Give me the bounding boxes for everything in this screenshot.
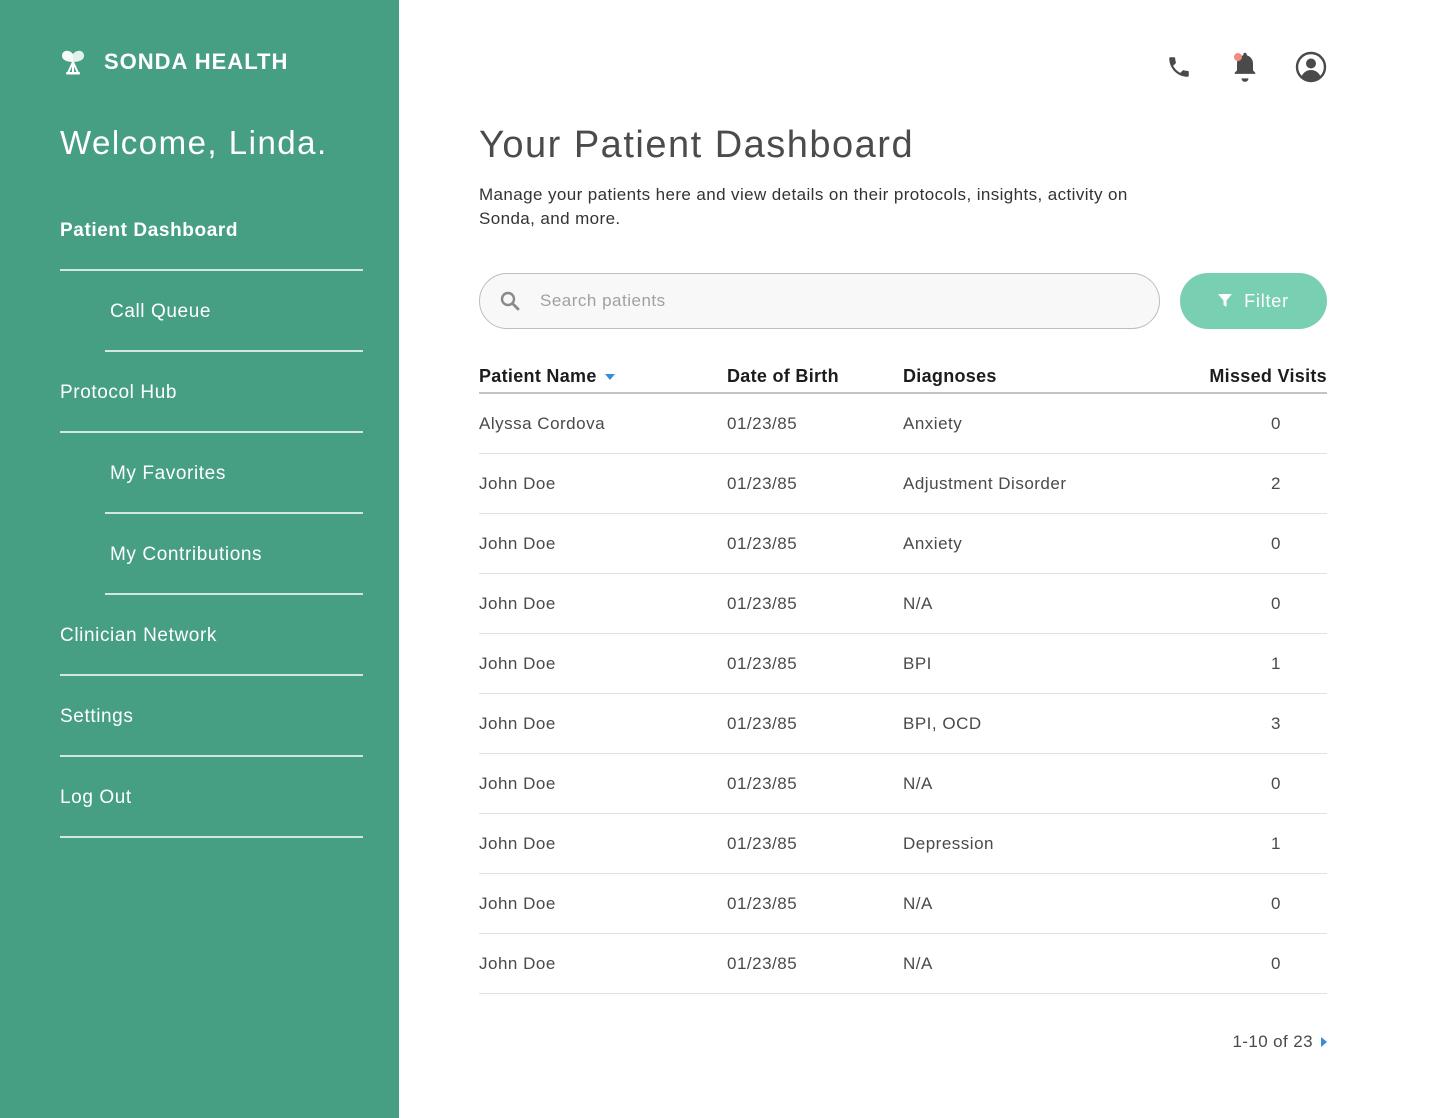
column-header-date-of-birth[interactable]: Date of Birth xyxy=(727,366,839,387)
sidebar-item-patient-dashboard[interactable]: Patient Dashboard xyxy=(0,190,399,271)
sidebar-item-clinician-network[interactable]: Clinician Network xyxy=(0,595,399,676)
patient-name-cell: John Doe xyxy=(479,774,556,793)
brand-name: SONDA HEALTH xyxy=(104,49,289,74)
pagination-label: 1-10 of 23 xyxy=(1232,1032,1313,1051)
sidebar-item-label: Settings xyxy=(60,706,134,727)
page-description: Manage your patients here and view detai… xyxy=(479,185,1128,228)
search-icon xyxy=(500,291,520,311)
sidebar-item-call-queue[interactable]: Call Queue xyxy=(0,271,399,352)
diagnoses-cell: Anxiety xyxy=(903,534,963,553)
sidebar-item-label: Log Out xyxy=(60,787,132,808)
missed-visits-cell: 0 xyxy=(1271,894,1281,913)
table-row[interactable]: Alyssa Cordova 01/23/85 Anxiety 0 xyxy=(479,394,1327,454)
patient-name-cell: John Doe xyxy=(479,594,556,613)
diagnoses-cell: BPI, OCD xyxy=(903,714,982,733)
filter-button[interactable]: Filter xyxy=(1180,273,1327,329)
sidebar-item-protocol-hub[interactable]: Protocol Hub xyxy=(0,352,399,433)
pagination: 1-10 of 23 xyxy=(1232,1032,1327,1052)
sidebar-item-label: My Contributions xyxy=(110,544,263,565)
header-actions xyxy=(1163,50,1327,84)
table-row[interactable]: John Doe 01/23/85 N/A 0 xyxy=(479,874,1327,934)
missed-visits-cell: 0 xyxy=(1271,534,1281,553)
patient-name-cell: John Doe xyxy=(479,654,556,673)
diagnoses-cell: Adjustment Disorder xyxy=(903,474,1067,493)
sidebar-item-label: My Favorites xyxy=(110,463,226,484)
patient-table: Patient Name Date of Birth Diagnoses Mis… xyxy=(479,362,1327,994)
welcome-message: Welcome, Linda. xyxy=(60,124,328,161)
phone-icon[interactable] xyxy=(1163,50,1195,84)
sidebar-item-label: Protocol Hub xyxy=(60,382,178,403)
sidebar-item-label: Patient Dashboard xyxy=(60,220,239,241)
sidebar-nav: Patient Dashboard Call Queue Protocol Hu… xyxy=(0,190,399,838)
sonda-logo-icon xyxy=(62,50,84,75)
sidebar-item-settings[interactable]: Settings xyxy=(0,676,399,757)
patient-name-cell: John Doe xyxy=(479,894,556,913)
sidebar-item-log-out[interactable]: Log Out xyxy=(0,757,399,838)
diagnoses-cell: N/A xyxy=(903,954,933,973)
table-row[interactable]: John Doe 01/23/85 BPI 1 xyxy=(479,634,1327,694)
bell-icon[interactable] xyxy=(1229,50,1261,84)
table-row[interactable]: John Doe 01/23/85 N/A 0 xyxy=(479,934,1327,994)
diagnoses-cell: N/A xyxy=(903,774,933,793)
patient-name-cell: John Doe xyxy=(479,474,556,493)
brand[interactable]: SONDA HEALTH xyxy=(60,48,288,76)
table-row[interactable]: John Doe 01/23/85 Depression 1 xyxy=(479,814,1327,874)
missed-visits-cell: 0 xyxy=(1271,774,1281,793)
table-row[interactable]: John Doe 01/23/85 N/A 0 xyxy=(479,574,1327,634)
column-header-patient-name[interactable]: Patient Name xyxy=(479,366,615,387)
missed-visits-cell: 1 xyxy=(1271,834,1281,853)
diagnoses-cell: BPI xyxy=(903,654,932,673)
column-header-missed-visits[interactable]: Missed Visits xyxy=(1209,366,1327,387)
user-account-icon[interactable] xyxy=(1295,50,1327,84)
missed-visits-cell: 0 xyxy=(1271,594,1281,613)
diagnoses-cell: N/A xyxy=(903,894,933,913)
patient-name-cell: John Doe xyxy=(479,834,556,853)
search-input[interactable] xyxy=(540,291,1100,311)
sidebar-item-label: Call Queue xyxy=(110,301,212,322)
table-row[interactable]: John Doe 01/23/85 BPI, OCD 3 xyxy=(479,694,1327,754)
notification-dot xyxy=(1234,53,1242,61)
page-title: Your Patient Dashboard xyxy=(479,124,915,166)
divider xyxy=(60,836,363,838)
sidebar-item-label: Clinician Network xyxy=(60,625,217,646)
diagnoses-cell: Depression xyxy=(903,834,994,853)
patient-name-cell: John Doe xyxy=(479,714,556,733)
table-row[interactable]: John Doe 01/23/85 Adjustment Disorder 2 xyxy=(479,454,1327,514)
patient-name-cell: John Doe xyxy=(479,534,556,553)
date-of-birth-cell: 01/23/85 xyxy=(727,714,798,733)
date-of-birth-cell: 01/23/85 xyxy=(727,774,798,793)
date-of-birth-cell: 01/23/85 xyxy=(727,594,798,613)
table-row[interactable]: John Doe 01/23/85 Anxiety 0 xyxy=(479,514,1327,574)
date-of-birth-cell: 01/23/85 xyxy=(727,834,798,853)
table-row[interactable]: John Doe 01/23/85 N/A 0 xyxy=(479,754,1327,814)
column-header-label: Patient Name xyxy=(479,366,597,386)
date-of-birth-cell: 01/23/85 xyxy=(727,474,798,493)
sidebar-item-my-contributions[interactable]: My Contributions xyxy=(0,514,399,595)
search-bar[interactable] xyxy=(479,273,1160,329)
sidebar-item-my-favorites[interactable]: My Favorites xyxy=(0,433,399,514)
missed-visits-cell: 1 xyxy=(1271,654,1281,673)
diagnoses-cell: Anxiety xyxy=(903,414,963,433)
patient-name-cell: Alyssa Cordova xyxy=(479,414,606,433)
next-page-icon[interactable] xyxy=(1321,1037,1327,1047)
patient-name-cell: John Doe xyxy=(479,954,556,973)
diagnoses-cell: N/A xyxy=(903,594,933,613)
missed-visits-cell: 2 xyxy=(1271,474,1281,493)
sidebar: SONDA HEALTH Welcome, Linda. Patient Das… xyxy=(0,0,399,1118)
date-of-birth-cell: 01/23/85 xyxy=(727,654,798,673)
date-of-birth-cell: 01/23/85 xyxy=(727,894,798,913)
missed-visits-cell: 0 xyxy=(1271,954,1281,973)
column-header-diagnoses[interactable]: Diagnoses xyxy=(903,366,997,387)
table-header: Patient Name Date of Birth Diagnoses Mis… xyxy=(479,362,1327,394)
filter-button-label: Filter xyxy=(1244,290,1289,311)
filter-icon xyxy=(1218,294,1233,307)
date-of-birth-cell: 01/23/85 xyxy=(727,954,798,973)
missed-visits-cell: 3 xyxy=(1271,714,1281,733)
sort-descending-icon xyxy=(604,373,615,380)
date-of-birth-cell: 01/23/85 xyxy=(727,534,798,553)
date-of-birth-cell: 01/23/85 xyxy=(727,414,798,433)
missed-visits-cell: 0 xyxy=(1271,414,1281,433)
